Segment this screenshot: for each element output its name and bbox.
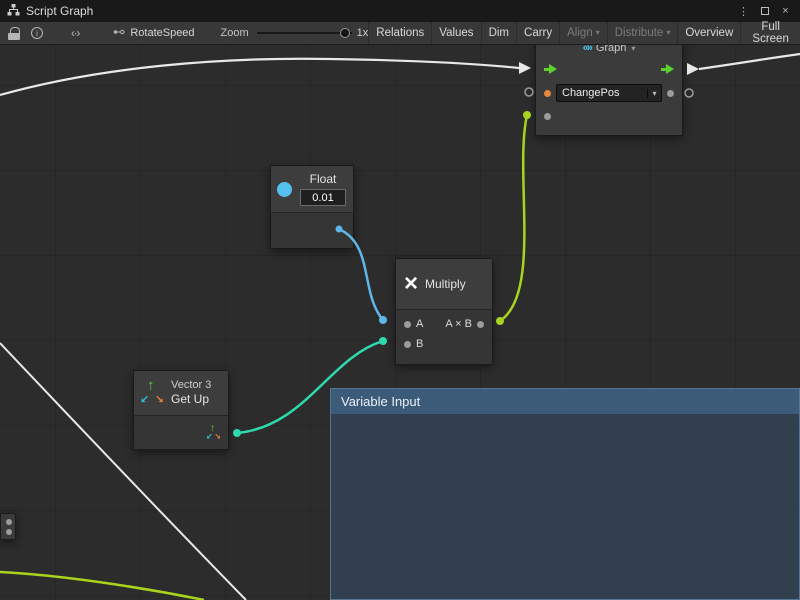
port-endpoint[interactable] — [233, 429, 241, 437]
float-literal-node[interactable]: Float 0.01 — [270, 165, 354, 249]
input-b-label: B — [416, 338, 423, 350]
vector3-icon: ↑ ↙ ↘ — [142, 381, 164, 405]
variable-name-value: ChangePos — [557, 87, 647, 99]
overview-button[interactable]: Overview — [677, 22, 740, 44]
set-variable-node[interactable]: «» Graph ▾ ChangePos ▾ — [535, 45, 683, 136]
port[interactable] — [6, 529, 12, 535]
titlebar: Script Graph ⋮ × — [0, 0, 800, 22]
chevron-down-icon: ▾ — [596, 29, 600, 37]
multiply-icon: × — [404, 272, 418, 296]
graph-toolbar: i ‹∙› RotateSpeed Zoom 1x Relations Valu… — [0, 22, 800, 45]
input-a-port[interactable] — [404, 321, 411, 328]
window-title: Script Graph — [26, 4, 93, 18]
zoom-slider-thumb[interactable] — [340, 28, 350, 38]
multiply-node[interactable]: × Multiply A A × B B — [395, 258, 493, 365]
graph-name-label: RotateSpeed — [130, 27, 194, 39]
graph-breadcrumb[interactable]: RotateSpeed — [113, 26, 194, 41]
align-button[interactable]: Align▾ — [559, 22, 607, 44]
info-icon[interactable]: i — [31, 27, 43, 39]
flow-arrowhead-in — [519, 62, 531, 74]
node-title: Get Up — [171, 392, 211, 407]
flow-arrowhead-out — [687, 63, 699, 75]
flow-row — [536, 57, 682, 81]
zoom-slider-track[interactable] — [257, 32, 352, 34]
float-value-input[interactable]: 0.01 — [300, 189, 346, 206]
toolbar-buttons: Relations Values Dim Carry Align▾ Distri… — [368, 22, 800, 44]
script-graph-window: Script Graph ⋮ × i ‹∙› RotateSpeed Zoom … — [0, 0, 800, 600]
graph-canvas[interactable]: Variable Input «» Graph ▾ ChangePos — [0, 45, 800, 600]
maximize-icon — [761, 7, 769, 15]
name-row: ChangePos ▾ — [536, 81, 682, 105]
value-input-port[interactable] — [544, 113, 551, 120]
variable-name-dropdown[interactable]: ChangePos ▾ — [556, 84, 662, 102]
wire-control-out[interactable] — [699, 54, 800, 69]
variable-input-group[interactable]: Variable Input — [330, 388, 800, 600]
code-view-icon[interactable]: ‹∙› — [71, 26, 79, 40]
port-endpoint[interactable] — [496, 317, 504, 325]
window-close-button[interactable]: × — [778, 4, 793, 19]
value-row — [536, 105, 682, 127]
node-title: Float — [310, 172, 337, 186]
input-b-port[interactable] — [404, 341, 411, 348]
tab-script-graph[interactable]: Script Graph — [0, 0, 105, 22]
chevron-down-icon: ▾ — [631, 45, 635, 53]
carry-button[interactable]: Carry — [516, 22, 559, 44]
graph-asset-icon — [113, 26, 125, 41]
variable-output-port[interactable] — [667, 90, 674, 97]
zoom-value: 1x — [357, 27, 369, 39]
node-type-label: Vector 3 — [171, 379, 211, 392]
zoom-label: Zoom — [221, 27, 249, 39]
variable-name-port[interactable] — [544, 90, 551, 97]
unconnected-port[interactable] — [685, 89, 693, 97]
wire-bottom-left[interactable] — [0, 572, 204, 600]
port[interactable] — [6, 519, 12, 525]
script-graph-icon — [7, 4, 20, 19]
window-menu-button[interactable]: ⋮ — [736, 4, 751, 19]
chevron-down-icon: ▾ — [647, 89, 661, 98]
unconnected-port[interactable] — [525, 88, 533, 96]
output-port[interactable] — [477, 321, 484, 328]
values-button[interactable]: Values — [431, 22, 480, 44]
port-endpoint[interactable] — [379, 337, 387, 345]
node-title: Multiply — [425, 277, 466, 291]
wire-multiply-to-setvariable[interactable] — [500, 115, 527, 321]
chevron-down-icon: ▾ — [666, 29, 670, 37]
window-controls: ⋮ × — [736, 4, 800, 19]
zoom-slider[interactable] — [257, 27, 352, 39]
scope-label: Graph — [596, 45, 627, 54]
port-endpoint[interactable] — [379, 316, 387, 324]
input-a-label: A — [416, 318, 423, 330]
group-body[interactable] — [331, 414, 799, 599]
flow-output-port[interactable] — [661, 64, 674, 74]
vector3-mini-icon: ↑ ↙ ↘ — [207, 426, 220, 439]
float-output-port-area[interactable] — [271, 212, 353, 248]
get-up-node[interactable]: ↑ ↙ ↘ Vector 3 Get Up ↑ ↙ ↘ — [133, 370, 229, 450]
dim-button[interactable]: Dim — [481, 22, 516, 44]
flow-input-port[interactable] — [544, 64, 557, 74]
lock-icon[interactable] — [8, 27, 20, 40]
full-screen-button[interactable]: Full Screen — [740, 22, 800, 44]
relations-button[interactable]: Relations — [368, 22, 431, 44]
window-maximize-button[interactable] — [757, 4, 772, 19]
port-endpoint[interactable] — [523, 111, 531, 119]
partial-node[interactable] — [0, 513, 16, 540]
float-icon — [277, 182, 292, 197]
output-label: A × B — [445, 318, 472, 330]
distribute-button[interactable]: Distribute▾ — [607, 22, 678, 44]
variable-scope-dropdown[interactable]: «» Graph ▾ — [536, 45, 682, 57]
group-header[interactable]: Variable Input — [331, 389, 799, 414]
group-title: Variable Input — [341, 394, 420, 409]
variable-icon: «» — [583, 45, 591, 54]
wire-control-in[interactable] — [0, 59, 519, 95]
